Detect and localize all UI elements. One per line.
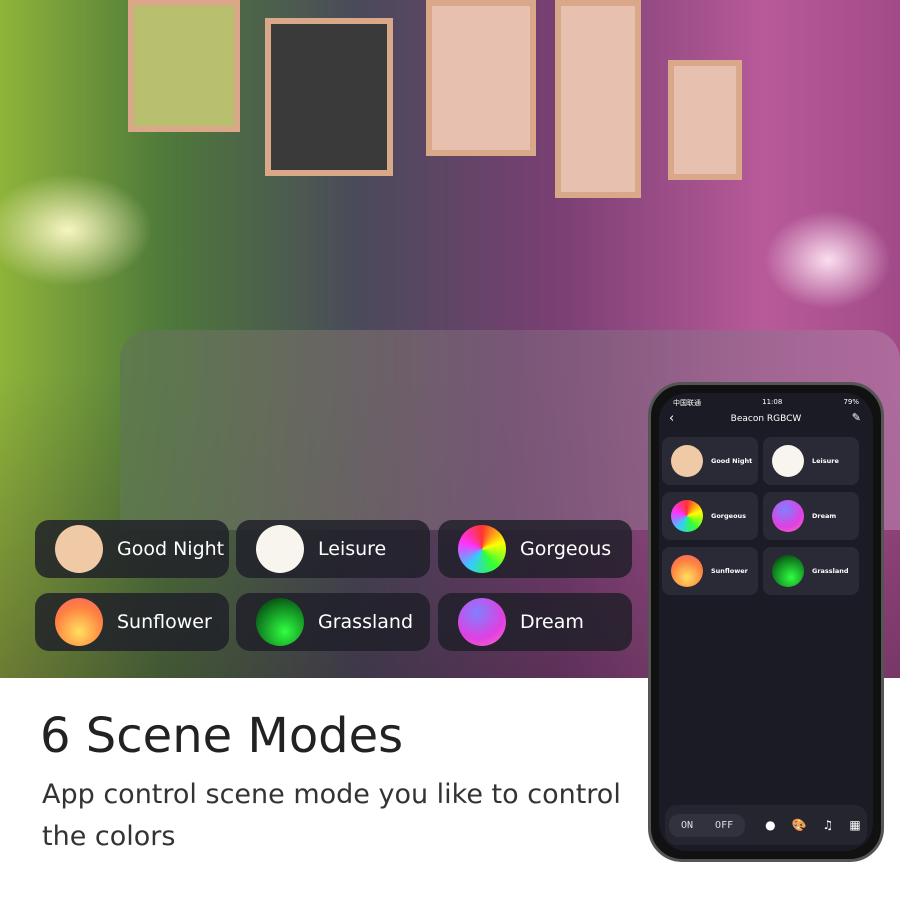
off-button[interactable]: OFF (715, 820, 733, 831)
label: Dream (812, 512, 837, 520)
picture-frame (555, 0, 641, 198)
swatch (458, 598, 506, 646)
music-icon[interactable]: ♫ (823, 818, 834, 832)
on-button[interactable]: ON (681, 820, 693, 831)
swatch (256, 598, 304, 646)
label: Sunflower (117, 611, 212, 633)
phone-mockup: 中国联通 11:08 79% ‹ Beacon RGBCW ✎ Good Nig… (648, 382, 884, 862)
bottom-nav: ON OFF ● 🎨 ♫ ▦ (665, 805, 867, 845)
picture-frame (668, 60, 742, 180)
swatch (671, 555, 703, 587)
headline: 6 Scene Modes (40, 708, 404, 764)
tile-gorgeous[interactable]: Gorgeous (662, 492, 758, 540)
swatch (55, 525, 103, 573)
label: Grassland (812, 567, 849, 575)
scene-chip-dream: Dream (438, 593, 632, 651)
label: Gorgeous (520, 538, 612, 560)
palette-icon[interactable]: 🎨 (792, 818, 807, 832)
edit-icon[interactable]: ✎ (852, 411, 861, 424)
swatch (256, 525, 304, 573)
swatch (772, 445, 804, 477)
label: Sunflower (711, 567, 748, 575)
tile-good-night[interactable]: Good Night (662, 437, 758, 485)
label: Leisure (812, 457, 839, 465)
tile-grassland[interactable]: Grassland (763, 547, 859, 595)
scene-chip-leisure: Leisure (236, 520, 430, 578)
grid-icon[interactable]: ▦ (849, 818, 860, 832)
picture-frame (426, 0, 536, 156)
swatch (772, 555, 804, 587)
picture-frame (265, 18, 393, 176)
swatch (772, 500, 804, 532)
label: Grassland (318, 611, 413, 633)
power-toggle: ON OFF (669, 813, 746, 837)
scene-chip-grassland: Grassland (236, 593, 430, 651)
app-title: Beacon RGBCW (730, 414, 802, 424)
swatch (671, 500, 703, 532)
scene-chip-gorgeous: Gorgeous (438, 520, 632, 578)
label: Dream (520, 611, 584, 633)
swatch (55, 598, 103, 646)
time: 11:08 (762, 398, 783, 406)
swatch (458, 525, 506, 573)
status-bar: 中国联通 11:08 79% (659, 398, 873, 408)
tile-dream[interactable]: Dream (763, 492, 859, 540)
tile-sunflower[interactable]: Sunflower (662, 547, 758, 595)
subtitle: App control scene mode you like to contr… (42, 779, 621, 852)
label: Leisure (318, 538, 387, 560)
label: Good Night (117, 538, 225, 560)
tile-leisure[interactable]: Leisure (763, 437, 859, 485)
label: Gorgeous (711, 512, 747, 520)
carrier: 中国联通 (673, 399, 701, 407)
picture-frame (128, 0, 240, 132)
scene-chip-sunflower: Sunflower (35, 593, 229, 651)
bulb-icon[interactable]: ● (765, 818, 775, 832)
scene-chip-good-night: Good Night (35, 520, 229, 578)
label: Good Night (711, 457, 753, 465)
app-screen: 中国联通 11:08 79% ‹ Beacon RGBCW ✎ Good Nig… (659, 393, 873, 851)
swatch (671, 445, 703, 477)
battery: 79% (843, 398, 859, 406)
